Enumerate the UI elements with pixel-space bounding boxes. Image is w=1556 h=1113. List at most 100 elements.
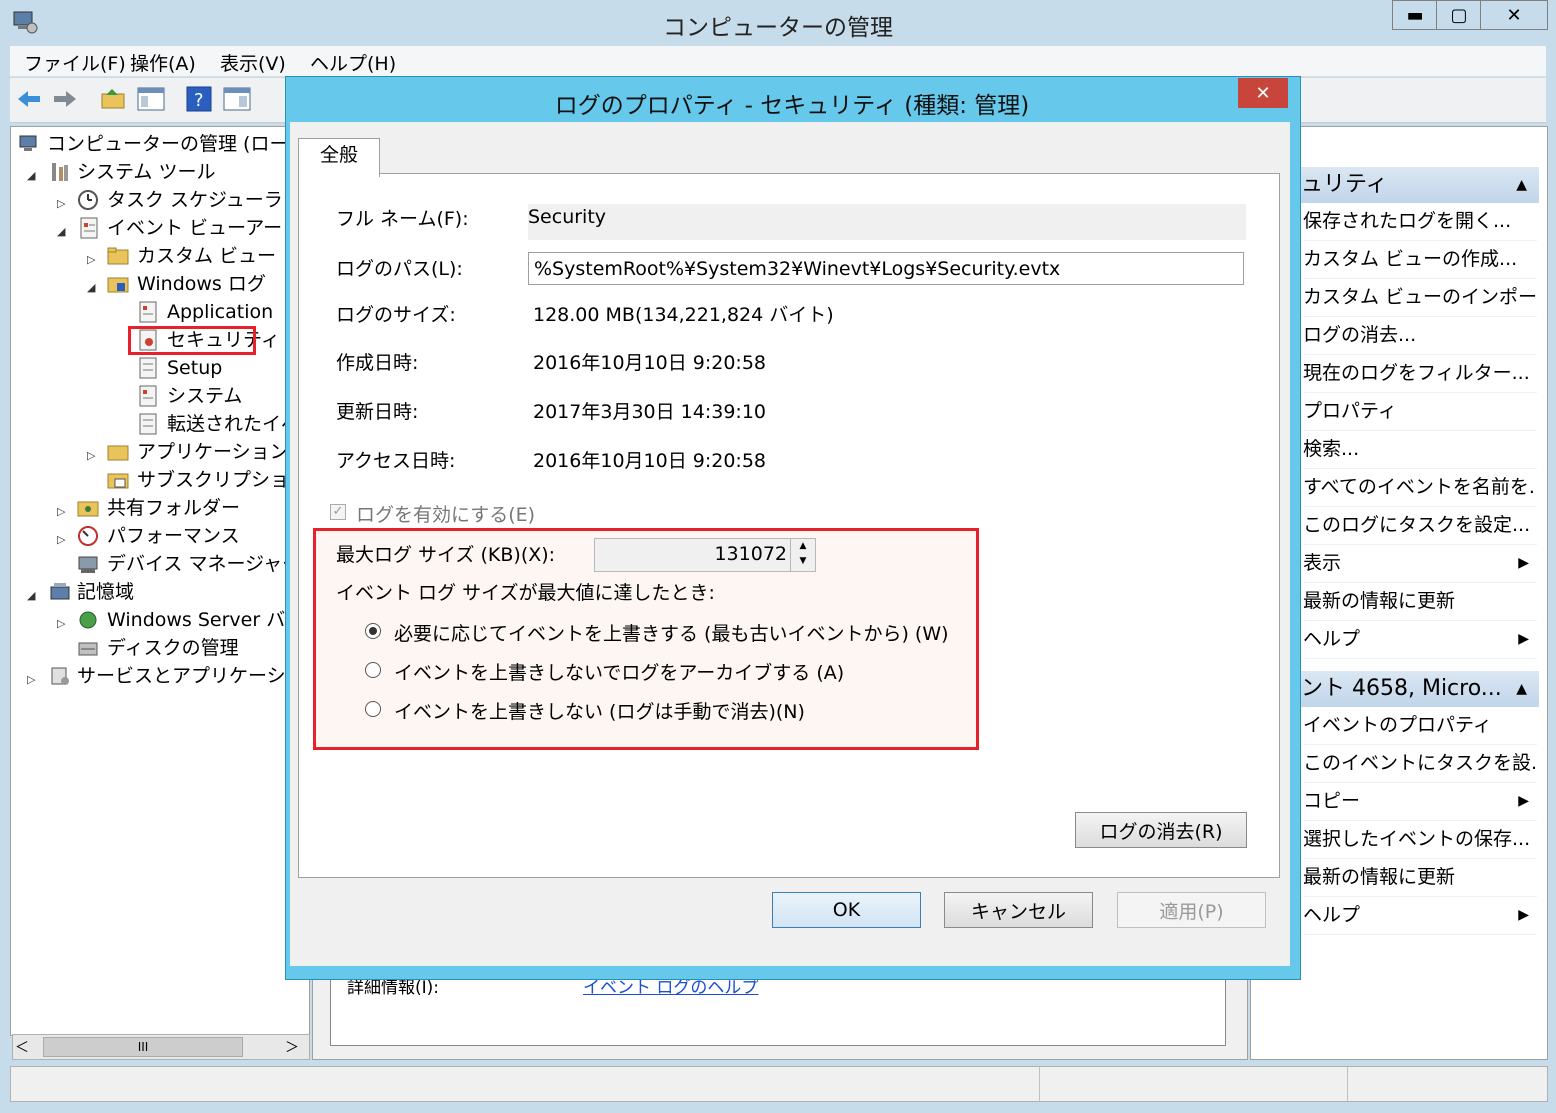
collapse-toggle-icon[interactable]: ◢ xyxy=(27,589,35,602)
tree-item-system[interactable]: システム xyxy=(167,383,242,409)
svg-text:?: ? xyxy=(194,90,204,111)
overwrite-radio[interactable] xyxy=(365,623,381,639)
tree-item-windows-logs[interactable]: Windows ログ xyxy=(137,271,266,297)
action-copy[interactable]: コピー ▶ xyxy=(1303,783,1537,821)
tree-item-windows-server-backup[interactable]: Windows Server バ xyxy=(107,607,285,633)
up-folder-icon[interactable] xyxy=(98,84,128,114)
tree-item-custom-views[interactable]: カスタム ビュー xyxy=(137,243,276,269)
action-filter-log[interactable]: 現在のログをフィルター... xyxy=(1303,355,1537,393)
help-icon[interactable]: ? xyxy=(184,84,214,114)
action-open-saved-log[interactable]: 保存されたログを開く... xyxy=(1303,203,1537,241)
back-arrow-icon[interactable] xyxy=(14,84,44,114)
spin-up-icon[interactable]: ▲ xyxy=(791,539,815,554)
collapse-icon[interactable]: ▲ xyxy=(1516,167,1527,203)
tree-item-setup[interactable]: Setup xyxy=(167,355,222,381)
tree-item-performance[interactable]: パフォーマンス xyxy=(107,523,240,549)
path-label: ログのパス(L): xyxy=(336,258,463,280)
expand-toggle-icon[interactable]: ▷ xyxy=(87,449,95,462)
system-tools-icon xyxy=(49,161,71,183)
scroll-thumb[interactable]: III xyxy=(43,1037,243,1057)
action-refresh-2[interactable]: 最新の情報に更新 xyxy=(1303,859,1537,897)
cancel-button[interactable]: キャンセル xyxy=(944,892,1093,928)
tree-item-storage[interactable]: 記憶域 xyxy=(77,579,134,605)
action-help[interactable]: ヘルプ ▶ xyxy=(1303,621,1537,659)
max-size-spinbox[interactable]: 131072 ▲ ▼ xyxy=(594,538,816,572)
collapse-toggle-icon[interactable]: ◢ xyxy=(57,225,65,238)
tree-item-event-viewer[interactable]: イベント ビューアー xyxy=(107,215,282,241)
tree-horizontal-scrollbar[interactable]: ＜ III ＞ xyxy=(12,1034,310,1060)
action-save-all-events[interactable]: すべてのイベントを名前を... xyxy=(1303,469,1537,507)
spin-down-icon[interactable]: ▼ xyxy=(791,554,815,569)
menu-view[interactable]: 表示(V) xyxy=(220,49,286,76)
tree-item-device-manager[interactable]: デバイス マネージャー xyxy=(107,551,301,577)
expand-toggle-icon[interactable]: ▷ xyxy=(57,505,65,518)
tree-item-system-tools[interactable]: システム ツール xyxy=(77,159,215,185)
expand-toggle-icon[interactable]: ▷ xyxy=(57,617,65,630)
close-button[interactable]: ✕ xyxy=(1480,0,1548,30)
overwrite-label[interactable]: 必要に応じてイベントを上書きする (最も古いイベントから) (W) xyxy=(394,619,949,646)
action-copy-label: コピー xyxy=(1303,790,1361,812)
show-hide-tree-icon[interactable] xyxy=(136,84,166,114)
tree-item-shared-folders[interactable]: 共有フォルダー xyxy=(107,495,240,521)
scroll-right-icon[interactable]: ＞ xyxy=(285,1037,299,1057)
maximize-button[interactable]: ▢ xyxy=(1436,0,1482,30)
enable-log-label: ログを有効にする(E) xyxy=(356,504,536,526)
no-overwrite-label[interactable]: イベントを上書きしない (ログは手動で消去)(N) xyxy=(394,697,805,724)
action-attach-task[interactable]: このログにタスクを設定... xyxy=(1303,507,1537,545)
action-clear-log[interactable]: ログの消去... xyxy=(1303,317,1537,355)
window-title: コンピューターの管理 xyxy=(663,15,893,41)
archive-radio[interactable] xyxy=(365,662,381,678)
enable-log-checkbox[interactable]: ✓ xyxy=(330,504,346,520)
scroll-left-icon[interactable]: ＜ xyxy=(15,1037,29,1057)
folder-icon xyxy=(107,273,129,295)
modified-value: 2017年3月30日 14:39:10 xyxy=(533,401,766,423)
max-size-value[interactable]: 131072 xyxy=(714,543,787,565)
tree-item-services-apps[interactable]: サービスとアプリケーション xyxy=(77,663,309,689)
action-help-2[interactable]: ヘルプ ▶ xyxy=(1303,897,1537,935)
collapse-icon[interactable]: ▲ xyxy=(1516,671,1527,707)
status-divider xyxy=(1039,1067,1040,1101)
action-view-label: 表示 xyxy=(1303,552,1342,574)
expand-toggle-icon[interactable]: ▷ xyxy=(57,197,65,210)
action-find[interactable]: 検索... xyxy=(1303,431,1537,469)
dialog-close-button[interactable]: ✕ xyxy=(1238,78,1288,108)
tree-item-application[interactable]: Application xyxy=(167,299,273,325)
action-view[interactable]: 表示 ▶ xyxy=(1303,545,1537,583)
tree-item-computer-management[interactable]: コンピューターの管理 (ローカル) xyxy=(47,131,309,157)
forward-arrow-icon[interactable] xyxy=(50,84,80,114)
menu-help[interactable]: ヘルプ(H) xyxy=(310,49,396,76)
clear-log-button[interactable]: ログの消去(R) xyxy=(1075,812,1247,848)
log-path-field[interactable]: %SystemRoot%¥System32¥Winevt¥Logs¥Securi… xyxy=(528,252,1244,285)
action-refresh[interactable]: 最新の情報に更新 xyxy=(1303,583,1537,621)
action-properties[interactable]: プロパティ xyxy=(1303,393,1537,431)
action-import-custom-view[interactable]: カスタム ビューのインポー... xyxy=(1303,279,1537,317)
collapse-toggle-icon[interactable]: ◢ xyxy=(27,169,35,182)
expand-toggle-icon[interactable]: ▷ xyxy=(87,253,95,266)
action-event-properties[interactable]: イベントのプロパティ xyxy=(1303,707,1537,745)
action-create-custom-view[interactable]: カスタム ビューの作成... xyxy=(1303,241,1537,279)
menu-action[interactable]: 操作(A) xyxy=(130,49,196,76)
no-overwrite-radio[interactable] xyxy=(365,701,381,717)
collapse-toggle-icon[interactable]: ◢ xyxy=(87,281,95,294)
tree-item-task-scheduler[interactable]: タスク スケジューラ xyxy=(107,187,283,213)
archive-label[interactable]: イベントを上書きしないでログをアーカイブする (A) xyxy=(394,658,844,685)
tab-general[interactable]: 全般 xyxy=(298,138,380,177)
expand-toggle-icon[interactable]: ▷ xyxy=(27,673,35,686)
tree-item-disk-management[interactable]: ディスクの管理 xyxy=(107,635,239,661)
action-attach-task-event[interactable]: このイベントにタスクを設... xyxy=(1303,745,1537,783)
expand-toggle-icon[interactable]: ▷ xyxy=(57,533,65,546)
highlight-security xyxy=(128,326,256,355)
subscription-icon xyxy=(107,469,129,491)
spinner[interactable]: ▲ ▼ xyxy=(790,539,815,571)
actions-section-event[interactable]: ント 4658, Micro... ▲ xyxy=(1301,671,1539,707)
action-save-selected-events[interactable]: 選択したイベントの保存... xyxy=(1303,821,1537,859)
menu-file[interactable]: ファイル(F) xyxy=(24,49,126,76)
minimize-button[interactable]: ▬ xyxy=(1392,0,1438,30)
tree-item-subscriptions[interactable]: サブスクリプション xyxy=(137,467,308,493)
ok-button[interactable]: OK xyxy=(772,892,921,928)
size-label: ログのサイズ: xyxy=(336,304,456,326)
actions-section-security[interactable]: ュリティ ▲ xyxy=(1301,167,1539,203)
action-help-label: ヘルプ xyxy=(1303,628,1361,650)
show-hide-action-pane-icon[interactable] xyxy=(222,84,252,114)
apply-button[interactable]: 適用(P) xyxy=(1117,892,1266,928)
